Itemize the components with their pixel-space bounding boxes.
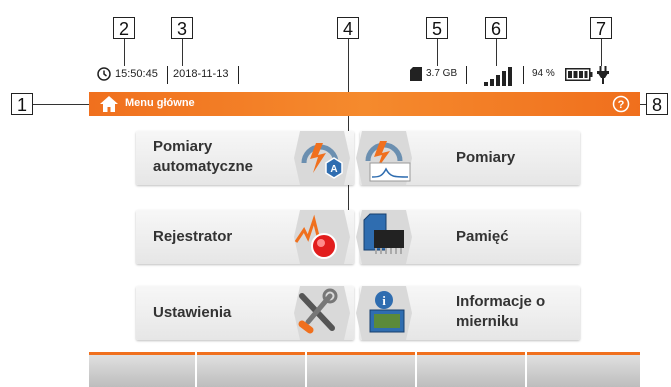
soft-button-1[interactable] [89, 352, 195, 387]
svg-text:A: A [330, 164, 337, 175]
tile-label-line2: automatyczne [153, 158, 254, 175]
measurement-icon [356, 131, 412, 185]
settings-icon [294, 286, 350, 340]
tile-label: Pomiary automatyczne [153, 137, 253, 177]
memory-icon [356, 210, 412, 264]
callout-2: 2 [113, 17, 135, 39]
tile-label: Ustawienia [153, 304, 232, 321]
tile-label: Pomiary [456, 149, 516, 166]
svg-text:i: i [382, 293, 386, 308]
status-time: 15:50:45 [115, 68, 158, 80]
tile-label: Pamięć [456, 228, 509, 245]
soft-button-3[interactable] [307, 352, 415, 387]
tile-label: Informacje o mierniku [456, 292, 545, 332]
tile-label-line1: Informacje o [456, 293, 546, 310]
clock-icon [97, 67, 111, 81]
callout-7-line [601, 39, 602, 66]
callout-1-line [33, 104, 91, 105]
auto-measurement-icon: A [294, 131, 350, 185]
tile-settings[interactable]: Ustawienia [136, 286, 354, 340]
tile-meter-info[interactable]: i Informacje o mierniku [356, 286, 580, 340]
callout-5: 5 [426, 17, 448, 39]
tile-automatic-measurements[interactable]: Pomiary automatyczne A [136, 131, 354, 185]
tile-label-line2: mierniku [456, 313, 519, 330]
separator [523, 66, 524, 84]
callout-7: 7 [590, 17, 612, 39]
tile-measurements[interactable]: Pomiary [356, 131, 580, 185]
callout-3-line [182, 39, 183, 66]
tile-label-line1: Pomiary [153, 138, 213, 155]
callout-5-line [437, 39, 438, 66]
plug-icon [597, 66, 609, 84]
status-date: 2018-11-13 [173, 68, 229, 80]
separator [238, 66, 239, 84]
soft-button-4[interactable] [417, 352, 525, 387]
tile-memory[interactable]: Pamięć [356, 210, 580, 264]
status-memory: 3.7 GB [426, 68, 458, 79]
callout-1: 1 [11, 93, 33, 115]
signal-icon [484, 67, 512, 86]
separator [167, 66, 168, 84]
svg-text:?: ? [618, 99, 625, 111]
soft-button-2[interactable] [197, 352, 305, 387]
recorder-icon [294, 210, 350, 264]
info-icon: i [356, 286, 412, 340]
home-icon[interactable] [99, 95, 119, 113]
tile-label: Rejestrator [153, 228, 233, 245]
help-icon[interactable]: ? [612, 95, 630, 113]
callout-6: 6 [485, 17, 507, 39]
callout-8: 8 [646, 93, 668, 115]
callout-2-line [124, 39, 125, 66]
callout-6-line [496, 39, 497, 66]
battery-icon [565, 68, 593, 81]
callout-3: 3 [171, 17, 193, 39]
soft-button-5[interactable] [527, 352, 640, 387]
tile-recorder[interactable]: Rejestrator [136, 210, 354, 264]
status-battery: 94 % [532, 68, 555, 79]
callout-4: 4 [337, 17, 359, 39]
menu-title: Menu główne [125, 97, 195, 109]
sd-card-icon [410, 67, 422, 81]
separator [466, 66, 467, 84]
menu-bar: Menu główne ? [89, 92, 640, 116]
